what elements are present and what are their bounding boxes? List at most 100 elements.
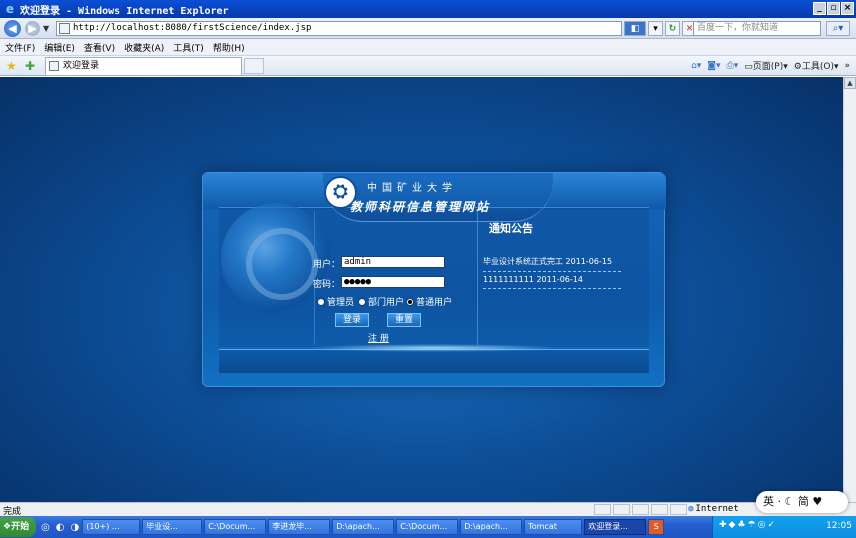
windows-logo-icon: ❖ xyxy=(3,522,12,532)
status-cell xyxy=(651,504,668,515)
role-admin-label: 管理员 xyxy=(327,298,355,308)
quicklaunch-icon[interactable]: ◑ xyxy=(70,522,79,533)
start-button[interactable]: ❖开始 xyxy=(0,517,36,537)
site-title: 教师科研信息管理网站 xyxy=(350,200,491,214)
url-field[interactable]: http://localhost:8080/firstScience/index… xyxy=(56,21,622,36)
page-content: ⛭ 中国矿业大学 教师科研信息管理网站 用户： admin 密码： ●●●●● … xyxy=(0,77,843,502)
radio-dot xyxy=(358,297,366,306)
radio-dot xyxy=(317,297,325,306)
ie-logo-icon: e xyxy=(5,2,15,16)
menu-bar: 文件(F) 编辑(E) 查看(V) 收藏夹(A) 工具(T) 帮助(H) xyxy=(0,39,856,56)
taskbar-item[interactable]: D:\apach... xyxy=(460,519,523,535)
refresh-icon[interactable]: ↻ xyxy=(665,21,680,36)
window-title: 欢迎登录 - Windows Internet Explorer xyxy=(20,5,229,17)
tray-icons[interactable]: ✚◆♣☂◎✓ xyxy=(719,520,777,530)
role-department-label: 部门用户 xyxy=(368,298,405,308)
university-name: 中国矿业大学 xyxy=(367,183,457,194)
vertical-scrollbar[interactable]: ▲ xyxy=(843,77,856,502)
tab-page-icon xyxy=(49,61,59,71)
role-admin-radio[interactable]: 管理员 xyxy=(317,295,354,308)
start-label: 开始 xyxy=(11,522,30,532)
taskbar-item[interactable]: 毕业设... xyxy=(142,519,203,535)
taskbar-item[interactable]: D:\apach... xyxy=(332,519,395,535)
history-dropdown-icon[interactable]: ▼ xyxy=(43,24,49,33)
password-field[interactable]: ●●●●● xyxy=(341,276,445,288)
restore-button[interactable]: ▫ xyxy=(827,2,840,15)
taskbar-item[interactable]: (10+) ... xyxy=(82,519,141,535)
menu-tools[interactable]: 工具(T) xyxy=(173,41,204,54)
login-button[interactable]: 登录 xyxy=(335,313,369,327)
menu-view[interactable]: 查看(V) xyxy=(84,41,115,54)
status-cells xyxy=(594,504,687,515)
ime-toolbar[interactable]: 英 · ☾ 简 ♥ xyxy=(756,491,848,513)
close-button[interactable]: × xyxy=(841,2,854,15)
notice-item[interactable]: 毕业设计系统正式完工 2011-06-15 xyxy=(483,256,621,272)
role-department-radio[interactable]: 部门用户 xyxy=(358,295,404,308)
clock: 12:05 xyxy=(826,521,852,531)
address-dropdown-icon[interactable]: ▾ xyxy=(648,21,663,36)
status-bar: 完成 ◍ Internet xyxy=(0,502,856,517)
forward-button[interactable]: ▶ xyxy=(25,20,40,36)
notice-title: 通知公告 xyxy=(489,222,533,235)
address-actions: ◧ ▾ ↻ ✕ xyxy=(624,21,697,36)
tab-welcome-login[interactable]: 欢迎登录 xyxy=(45,57,242,75)
role-normal-label: 普通用户 xyxy=(416,298,453,308)
notice-item[interactable]: 1111111111 2011-06-14 xyxy=(483,275,621,289)
page-menu[interactable]: ▭页面(P)▾ xyxy=(744,59,788,72)
command-bar: ⌂▾ ◙▾ ⎙▾ ▭页面(P)▾ ⚙工具(O)▾ » xyxy=(691,59,850,73)
tools-menu[interactable]: ⚙工具(O)▾ xyxy=(794,59,839,72)
back-button[interactable]: ◀ xyxy=(4,19,21,37)
favorites-star-icon[interactable]: ★ xyxy=(6,59,17,73)
reset-button[interactable]: 重置 xyxy=(387,313,421,327)
divider-right xyxy=(477,211,478,345)
minimize-button[interactable]: _ xyxy=(813,2,826,15)
system-tray: ✚◆♣☂◎✓ 12:05 xyxy=(712,516,856,538)
status-cell xyxy=(594,504,611,515)
taskbar-item[interactable]: C:\Docum... xyxy=(204,519,267,535)
taskbar-item[interactable]: 李进龙毕... xyxy=(268,519,331,535)
add-favorites-icon[interactable]: ✚ xyxy=(25,59,35,73)
quicklaunch-icon[interactable]: ◐ xyxy=(56,522,65,533)
username-field[interactable]: admin xyxy=(341,256,445,268)
scroll-up-icon[interactable]: ▲ xyxy=(844,77,856,89)
page-menu-label: 页面(P) xyxy=(752,62,784,72)
register-link[interactable]: 注 册 xyxy=(368,331,389,344)
radio-dot-selected xyxy=(406,297,414,306)
compatibility-view-icon[interactable]: ◧ xyxy=(624,21,646,36)
home-icon[interactable]: ⌂▾ xyxy=(691,61,701,71)
username-label: 用户： xyxy=(313,260,341,270)
tools-gear-icon: ⚙ xyxy=(793,62,802,72)
menu-file[interactable]: 文件(F) xyxy=(5,41,35,54)
url-text: http://localhost:8080/firstScience/index… xyxy=(73,23,312,33)
new-tab-button[interactable] xyxy=(244,58,264,74)
taskbar-item-active[interactable]: 欢迎登录... xyxy=(584,519,647,535)
menu-help[interactable]: 帮助(H) xyxy=(213,41,245,54)
menu-favorites[interactable]: 收藏夹(A) xyxy=(124,41,164,54)
taskbar-item[interactable]: Tomcat xyxy=(524,519,583,535)
login-panel: ⛭ 中国矿业大学 教师科研信息管理网站 用户： admin 密码： ●●●●● … xyxy=(202,172,666,387)
chevron-right-icon[interactable]: » xyxy=(844,61,850,71)
security-zone[interactable]: ◍ Internet xyxy=(688,504,739,514)
feeds-icon[interactable]: ◙▾ xyxy=(707,61,720,71)
zone-label: Internet xyxy=(695,504,739,514)
panel-footer xyxy=(219,344,649,373)
address-bar: ◀ ▶ ▼ http://localhost:8080/firstScience… xyxy=(0,18,856,39)
taskbar-app-icon[interactable]: S xyxy=(648,519,665,535)
internet-globe-icon: ◍ xyxy=(688,504,694,514)
taskbar: ❖开始 ◎ ◐ ◑ (10+) ... 毕业设... C:\Docum... 李… xyxy=(0,516,856,538)
menu-edit[interactable]: 编辑(E) xyxy=(44,41,75,54)
status-cell xyxy=(670,504,687,515)
taskbar-item[interactable]: C:\Docum... xyxy=(396,519,459,535)
window-controls: _ ▫ × xyxy=(813,2,854,15)
password-label: 密码： xyxy=(313,280,341,290)
role-normal-radio[interactable]: 普通用户 xyxy=(406,295,452,308)
quicklaunch-ie-icon[interactable]: ◎ xyxy=(41,522,50,533)
title-bar: e 欢迎登录 - Windows Internet Explorer _ ▫ × xyxy=(0,0,856,18)
tab-label: 欢迎登录 xyxy=(63,61,100,71)
print-icon[interactable]: ⎙▾ xyxy=(727,61,739,71)
tools-menu-label: 工具(O) xyxy=(801,62,834,72)
status-cell xyxy=(632,504,649,515)
search-icon[interactable]: ⌕▾ xyxy=(826,21,850,36)
search-input[interactable]: 百度一下，你就知道 xyxy=(693,21,821,36)
status-cell xyxy=(613,504,630,515)
